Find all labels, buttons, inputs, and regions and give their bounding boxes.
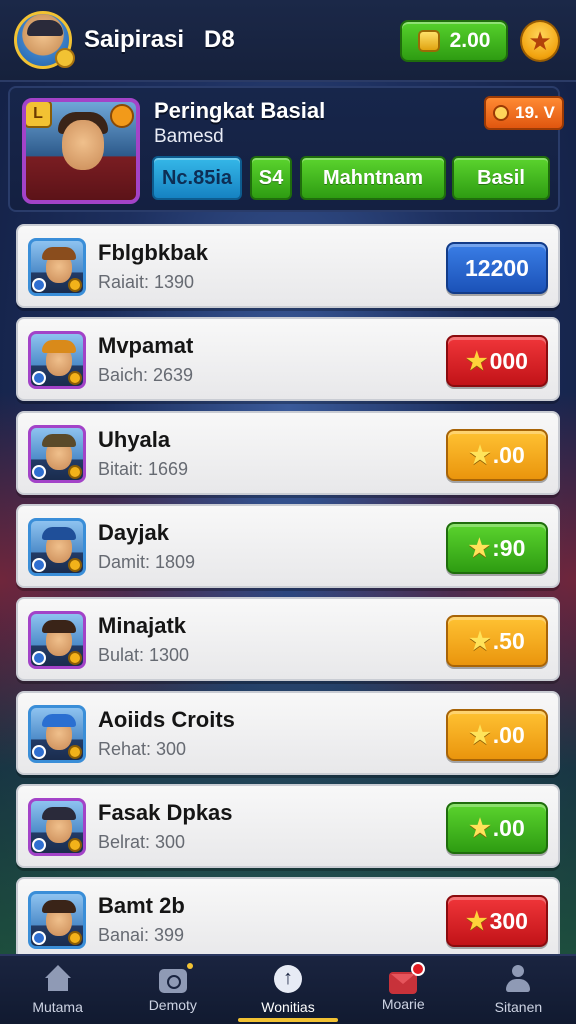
player-score: Banai: 399 xyxy=(98,925,185,945)
leaderboard-row[interactable]: Fasak Dpkas Belrat: 300 ★ .00 xyxy=(16,784,560,868)
reward-value: .50 xyxy=(492,627,525,654)
coin-icon xyxy=(417,30,440,52)
user-avatar[interactable] xyxy=(14,11,75,69)
reward-value: 300 xyxy=(489,907,528,934)
star-icon: ★ xyxy=(468,534,491,562)
star-button[interactable]: ★ xyxy=(520,20,560,62)
reward-value: .00 xyxy=(492,441,525,468)
player-avatar xyxy=(28,331,86,389)
reward-button[interactable]: 12200 xyxy=(446,242,548,294)
reward-value: :90 xyxy=(492,534,526,561)
reward-button[interactable]: ★ 300 xyxy=(446,895,548,947)
nav-item-upload[interactable]: Wonitias xyxy=(230,956,345,1024)
player-avatar xyxy=(28,238,86,296)
level-badge[interactable]: 19. V xyxy=(484,96,564,130)
nav-label: Wonitias xyxy=(261,999,315,1015)
user-icon xyxy=(504,965,532,993)
player-name: Bamt 2b xyxy=(98,893,185,918)
player-score: Bitait: 1669 xyxy=(98,459,189,479)
player-avatar xyxy=(28,705,86,763)
star-icon: ★ xyxy=(466,907,488,935)
leaderboard-row[interactable]: Uhyala Bitait: 1669 ★ .00 xyxy=(16,411,560,495)
player-score: Bulat: 1300 xyxy=(98,645,190,665)
top-bar: Saipirasi D8 2.00 ★ xyxy=(0,0,576,82)
mail-icon xyxy=(389,962,426,994)
nav-item-messages[interactable]: Moarie xyxy=(346,956,461,1024)
reward-value: .00 xyxy=(492,814,525,841)
reward-value: 000 xyxy=(489,347,528,374)
star-icon: ★ xyxy=(469,441,491,469)
star-icon: ★ xyxy=(466,347,488,375)
reward-button[interactable]: ★ 000 xyxy=(446,335,548,387)
coin-balance-button[interactable]: 2.00 xyxy=(400,20,508,62)
nav-item-camera[interactable]: Demoty xyxy=(115,956,230,1024)
player-score: Baich: 2639 xyxy=(98,365,194,385)
player-score: Damit: 1809 xyxy=(98,552,196,572)
nav-label: Demoty xyxy=(148,997,197,1013)
player-avatar xyxy=(28,891,86,949)
app-title: Saipirasi D8 xyxy=(84,26,235,53)
player-avatar xyxy=(28,798,86,856)
leaderboard-row[interactable]: Aoiids Croits Rehat: 300 ★ .00 xyxy=(16,691,560,775)
rank-badge-icon: L xyxy=(26,102,52,128)
player-avatar xyxy=(28,518,86,576)
reward-button[interactable]: ★:90 xyxy=(446,522,548,574)
reward-button[interactable]: ★ .50 xyxy=(446,615,548,667)
nav-item-profile[interactable]: Sitanen xyxy=(461,956,576,1024)
player-name: Fblgbkbak xyxy=(98,240,209,265)
profile-name: Peringkat Basial xyxy=(154,98,326,123)
level-icon xyxy=(493,105,510,121)
reward-value: .00 xyxy=(492,721,525,748)
chip-season[interactable]: S4 xyxy=(250,156,292,200)
player-name: Dayjak xyxy=(98,520,169,545)
camera-icon xyxy=(158,963,193,993)
bottom-navigation: Mutama Demoty Wonitias Moarie Sitanen xyxy=(0,954,576,1024)
leaderboard-row[interactable]: Mvpamat Baich: 2639 ★ 000 xyxy=(16,317,560,401)
leaderboard-row[interactable]: Minajatk Bulat: 1300 ★ .50 xyxy=(16,597,560,681)
nav-item-home[interactable]: Mutama xyxy=(0,956,115,1024)
player-name: Aoiids Croits xyxy=(98,707,235,732)
player-name: Mvpamat xyxy=(98,333,194,358)
player-score: Raiait: 1390 xyxy=(98,272,195,292)
star-icon: ★ xyxy=(469,627,491,655)
profile-avatar[interactable]: L xyxy=(22,98,140,204)
nav-label: Sitanen xyxy=(494,999,543,1015)
player-avatar xyxy=(28,425,86,483)
home-icon xyxy=(44,965,72,993)
star-icon: ★ xyxy=(528,26,552,56)
player-name: Minajatk xyxy=(98,613,187,638)
player-score: Rehat: 300 xyxy=(98,739,187,759)
reward-button[interactable]: ★ .00 xyxy=(446,709,548,761)
coin-badge-icon xyxy=(110,104,134,128)
player-avatar xyxy=(28,611,86,669)
reward-button[interactable]: ★ .00 xyxy=(446,802,548,854)
profile-subtitle: Bamesd xyxy=(154,126,224,147)
reward-button[interactable]: ★ .00 xyxy=(446,429,548,481)
badge-icon xyxy=(55,48,75,68)
chip-rank[interactable]: Nc.85ia xyxy=(152,156,242,200)
notification-icon xyxy=(411,962,426,976)
nav-label: Mutama xyxy=(32,999,83,1015)
leaderboard-row[interactable]: Bamt 2b Banai: 399 ★ 300 xyxy=(16,877,560,961)
chip-main[interactable]: Mahntnam xyxy=(300,156,446,200)
nav-label: Moarie xyxy=(381,996,425,1012)
chip-basic[interactable]: Basil xyxy=(452,156,550,200)
profile-card: L Peringkat Basial Bamesd 19. V Nc.85ia … xyxy=(8,86,564,212)
level-value: 19. V xyxy=(515,103,555,122)
coin-amount: 2.00 xyxy=(449,29,491,52)
player-name: Fasak Dpkas xyxy=(98,800,233,825)
leaderboard-row[interactable]: Dayjak Damit: 1809 ★:90 xyxy=(16,504,560,588)
player-name: Uhyala xyxy=(98,427,171,452)
leaderboard-row[interactable]: Fblgbkbak Raiait: 1390 12200 xyxy=(16,224,560,308)
player-score: Belrat: 300 xyxy=(98,832,186,852)
star-icon: ★ xyxy=(469,814,491,842)
reward-value: 12200 xyxy=(465,254,529,281)
star-icon: ★ xyxy=(469,721,491,749)
upload-icon xyxy=(274,965,302,993)
